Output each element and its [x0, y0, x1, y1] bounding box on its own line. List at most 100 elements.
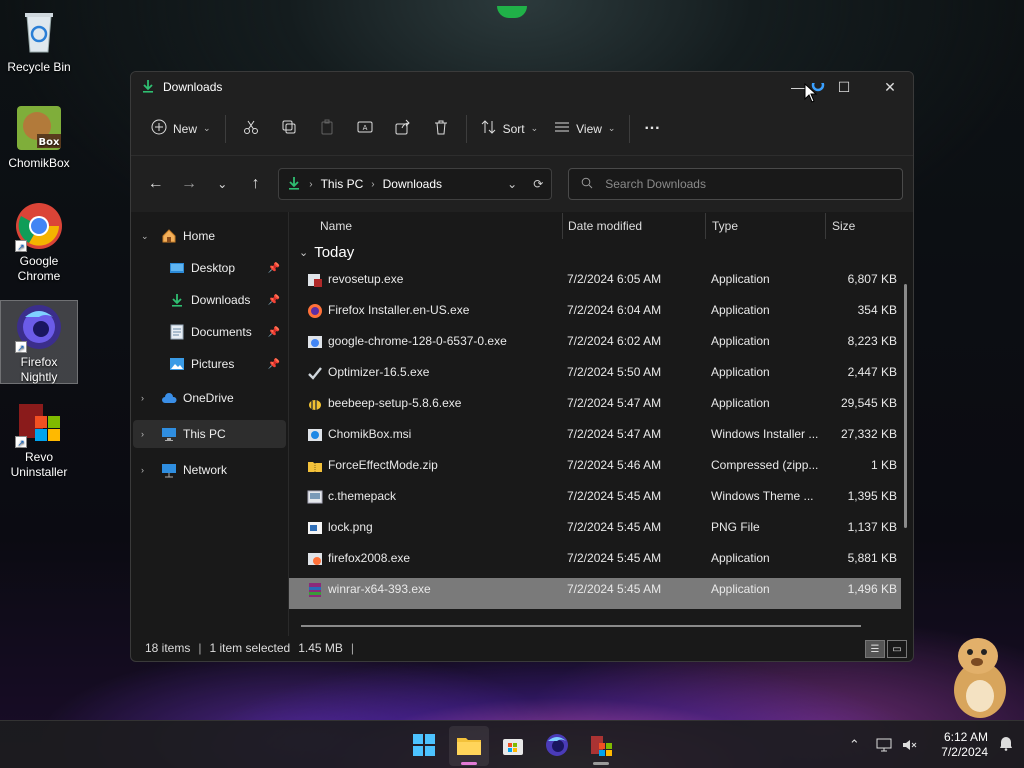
sidebar-item-desktop[interactable]: Desktop 📌	[133, 254, 286, 282]
table-row[interactable]: ChomikBox.msi 7/2/2024 5:47 AM Windows I…	[289, 423, 901, 454]
close-button[interactable]: ✕	[867, 72, 913, 102]
breadcrumb-this-pc[interactable]: This PC	[321, 177, 364, 191]
sidebar-item-pictures[interactable]: Pictures 📌	[133, 350, 286, 378]
network-status-icon[interactable]	[871, 732, 897, 758]
msi-installer-icon	[307, 427, 323, 443]
chevron-down-icon: ⌄	[203, 123, 211, 133]
view-button[interactable]: View ⌄	[546, 113, 623, 145]
sidebar-item-documents[interactable]: Documents 📌	[133, 318, 286, 346]
sidebar-item-home[interactable]: ⌄ Home	[133, 222, 286, 250]
table-row[interactable]: ForceEffectMode.zip 7/2/2024 5:46 AM Com…	[289, 454, 901, 485]
taskbar-firefox-nightly[interactable]	[537, 726, 577, 766]
scissors-icon	[243, 119, 259, 138]
forward-button[interactable]: →	[174, 169, 203, 199]
status-item-count: 18 items	[145, 641, 191, 655]
details-view-button[interactable]: ☰	[865, 640, 885, 658]
chevron-right-icon[interactable]: ›	[141, 465, 144, 475]
chevron-right-icon[interactable]: ›	[141, 429, 144, 439]
taskbar-revo-uninstaller[interactable]	[581, 726, 621, 766]
table-row[interactable]: beebeep-setup-5.8.6.exe 7/2/2024 5:47 AM…	[289, 392, 901, 423]
notification-center-icon[interactable]	[998, 735, 1014, 754]
desktop-icon-google-chrome[interactable]: ↗ Google Chrome	[0, 202, 78, 284]
taskbar: ⌃ 6:12 AM 7/2/2024	[0, 720, 1024, 768]
chevron-down-icon: ⌄	[217, 177, 228, 191]
address-bar[interactable]: › This PC › Downloads ⌄ ⟳	[278, 168, 553, 200]
back-button[interactable]: ←	[141, 169, 170, 199]
taskbar-microsoft-store[interactable]	[493, 726, 533, 766]
column-header-type[interactable]: Type	[712, 212, 738, 240]
desktop-icon-revo-uninstaller[interactable]: ↗ Revo Uninstaller	[0, 398, 78, 480]
table-row[interactable]: revosetup.exe 7/2/2024 6:05 AM Applicati…	[289, 268, 901, 299]
up-button[interactable]: ↑	[241, 169, 270, 199]
table-row[interactable]: c.themepack 7/2/2024 5:45 AM Windows The…	[289, 485, 901, 516]
column-header-row: Name Date modified Type Size	[289, 212, 913, 240]
checkmark-icon	[307, 365, 323, 381]
start-button[interactable]	[404, 726, 444, 766]
chevron-right-icon: ›	[309, 178, 313, 190]
table-row[interactable]: lock.png 7/2/2024 5:45 AM PNG File 1,137…	[289, 516, 901, 547]
chevron-right-icon: ›	[371, 178, 375, 190]
mouse-pointer-busy-icon	[804, 78, 828, 108]
chevron-down-icon: ⌄	[299, 247, 309, 259]
delete-button[interactable]	[422, 113, 460, 145]
desktop-folder-icon	[169, 260, 185, 276]
firefox-icon	[307, 303, 323, 319]
cloud-icon	[161, 390, 177, 406]
chevron-down-icon: ⌄	[607, 123, 616, 133]
taskbar-file-explorer[interactable]	[449, 726, 489, 766]
rename-button[interactable]: A	[346, 113, 384, 145]
computer-icon	[161, 426, 177, 442]
search-input[interactable]: Search Downloads	[568, 168, 903, 200]
share-button[interactable]	[384, 113, 422, 145]
copy-icon	[281, 119, 297, 138]
firefox-nightly-icon: ↗	[15, 303, 63, 353]
tiles-view-button[interactable]: ▭	[887, 640, 907, 658]
table-row-selected[interactable]: winrar-x64-393.exe 7/2/2024 5:45 AM Appl…	[289, 578, 901, 609]
desktop-icon-firefox-nightly[interactable]: ↗ Firefox Nightly	[0, 300, 78, 384]
table-row[interactable]: google-chrome-128-0-6537-0.exe 7/2/2024 …	[289, 330, 901, 361]
cut-button[interactable]	[232, 113, 270, 145]
horizontal-scrollbar[interactable]	[301, 625, 861, 627]
copy-button[interactable]	[270, 113, 308, 145]
wallpaper-glow	[497, 6, 527, 18]
desktop-icon-label: Google Chrome	[17, 254, 61, 283]
chevron-up-icon: ⌃	[848, 737, 860, 752]
title-bar[interactable]: Downloads — ☐ ✕	[131, 72, 913, 102]
desktop-icon-chomikbox[interactable]: Box ChomikBox	[0, 104, 78, 171]
recent-locations-button[interactable]: ⌄	[208, 169, 237, 199]
sidebar-item-this-pc[interactable]: › This PC	[133, 420, 286, 448]
sidebar-item-onedrive[interactable]: › OneDrive	[133, 384, 286, 412]
volume-muted-icon[interactable]	[897, 732, 923, 758]
column-header-name[interactable]: Name	[320, 212, 352, 240]
sidebar-item-network[interactable]: › Network	[133, 456, 286, 484]
new-button[interactable]: New ⌄	[143, 113, 219, 145]
firefox-nightly-icon	[545, 733, 569, 760]
winrar-icon	[307, 582, 323, 598]
sort-button[interactable]: Sort ⌄	[473, 113, 547, 145]
chevron-down-icon[interactable]: ⌄	[141, 231, 149, 242]
pin-icon: 📌	[267, 358, 280, 370]
table-row[interactable]: firefox2008.exe 7/2/2024 5:45 AM Applica…	[289, 547, 901, 578]
arrow-left-icon: ←	[147, 175, 164, 192]
more-options-button[interactable]: ···	[636, 113, 668, 145]
chevron-right-icon[interactable]: ›	[141, 393, 144, 403]
column-header-date-modified[interactable]: Date modified	[568, 212, 642, 240]
refresh-icon[interactable]: ⟳	[533, 177, 543, 191]
clock-date: 7/2/2024	[941, 745, 988, 759]
installer-exe-icon	[307, 551, 323, 567]
breadcrumb-downloads[interactable]: Downloads	[383, 177, 442, 191]
address-dropdown-icon[interactable]: ⌄	[507, 177, 517, 191]
column-header-size[interactable]: Size	[832, 212, 855, 240]
clock[interactable]: 6:12 AM 7/2/2024	[941, 730, 988, 760]
sidebar-item-downloads[interactable]: Downloads 📌	[133, 286, 286, 314]
desktop-icon-recycle-bin[interactable]: Recycle Bin	[0, 8, 78, 75]
table-row[interactable]: Firefox Installer.en-US.exe 7/2/2024 6:0…	[289, 299, 901, 330]
paste-button[interactable]	[308, 113, 346, 145]
group-header-today[interactable]: ⌄ Today	[299, 244, 354, 261]
show-hidden-icons-button[interactable]: ⌃	[841, 732, 867, 758]
address-row: ← → ⌄ ↑ › This PC › Downloads ⌄ ⟳ Search…	[131, 156, 913, 212]
vertical-scrollbar[interactable]	[904, 284, 907, 528]
table-row[interactable]: Optimizer-16.5.exe 7/2/2024 5:50 AM Appl…	[289, 361, 901, 392]
sort-icon	[481, 119, 497, 138]
themepack-icon	[307, 489, 323, 505]
